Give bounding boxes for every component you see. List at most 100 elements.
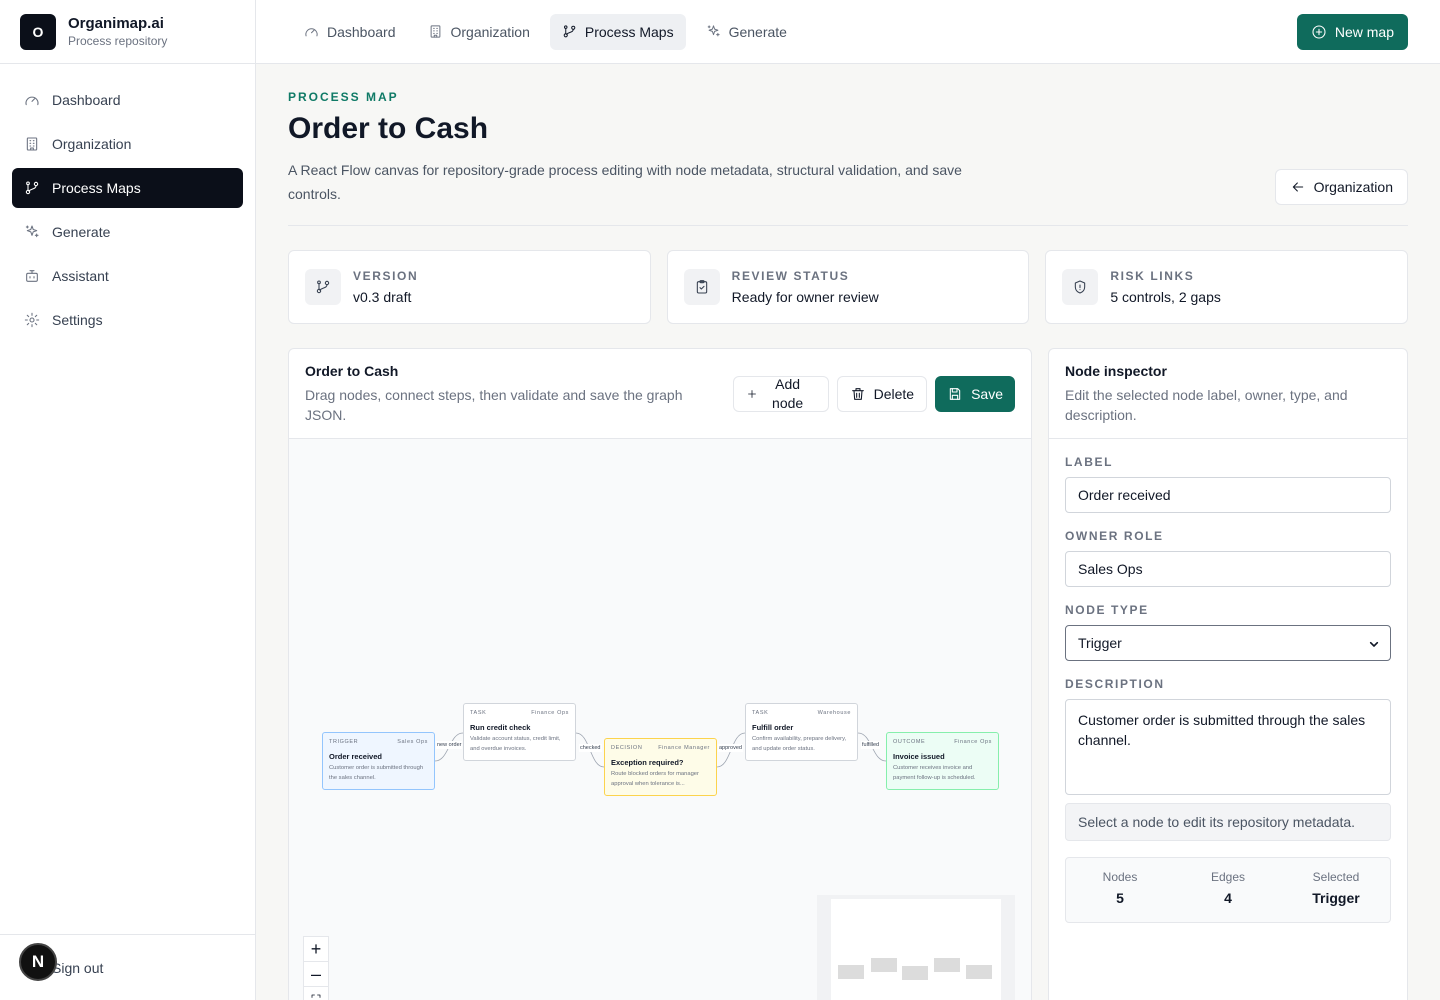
field-label: LABEL [1065,455,1113,469]
canvas-actions: Add node Delete Save [732,376,1015,412]
description-textarea[interactable]: Customer order is submitted through the … [1065,699,1391,795]
add-node-label: Add node [772,376,804,411]
node-type: OUTCOME [893,739,926,745]
field-label: NODE TYPE [1065,603,1149,617]
count-selected: Selected Trigger [1282,858,1390,922]
page-title: Order to Cash [288,112,489,145]
edge-label[interactable]: approved [718,744,743,752]
zoom-out-button[interactable]: – [304,962,328,987]
stat-value: v0.3 draft [353,289,412,305]
flow-node-decision[interactable]: DECISION Finance Manager Exception requir… [604,738,717,796]
flow-node-trigger[interactable]: TRIGGER Sales Ops Order received Customer… [322,732,435,790]
field-label: DESCRIPTION [1065,677,1165,691]
sidebar: O Organimap.ai Process repository Dashbo… [0,0,256,1000]
sparkles-icon [25,225,39,238]
sparkles-icon [707,25,720,37]
zoom-controls: + – [303,936,329,1000]
sidebar-item-label: Settings [52,312,103,328]
node-description: Customer order is submitted through the … [329,765,424,781]
edge-label[interactable]: new order [436,741,463,749]
fit-view-button[interactable] [304,987,328,1000]
stat-label: VERSION [353,269,419,283]
stat-icon-box [1062,269,1099,305]
gauge-icon [305,28,318,37]
owner-role-input[interactable]: Sales Ops [1065,551,1391,587]
sidebar-item-assistant[interactable]: Assistant [12,256,243,296]
sidebar-item-organization[interactable]: Organization [12,124,243,164]
tab-label: Organization [450,23,530,40]
flow-canvas[interactable]: TRIGGER Sales Ops Order received Customer… [289,439,1031,1000]
node-title: Run credit check [470,723,531,732]
process-canvas-panel: Order to Cash Drag nodes, connect steps,… [288,348,1032,1000]
delete-node-button[interactable]: Delete [836,376,928,412]
node-owner: Warehouse [817,710,851,716]
top-bar: Dashboard Organization Process Maps Gene… [256,0,1440,64]
node-title: Invoice issued [893,752,945,761]
page-eyebrow: PROCESS MAP [288,90,399,104]
clipboard-check-icon [696,280,707,294]
edge-label[interactable]: fulfilled [861,741,881,749]
new-map-button[interactable]: New map [1296,13,1408,50]
avatar[interactable]: N [19,943,57,981]
stat-icon-box [683,269,720,305]
stat-label: RISK LINKS [1110,269,1195,283]
brand[interactable]: O Organimap.ai Process repository [0,0,255,64]
type-field-group: NODE TYPE Trigger [1065,603,1391,661]
minimap[interactable] [817,895,1015,1000]
node-type: DECISION [611,745,643,751]
edge-label[interactable]: checked [579,744,602,752]
node-type-select[interactable]: Trigger [1065,625,1391,661]
sidebar-item-process-maps[interactable]: Process Maps [12,168,243,208]
tab-process-maps[interactable]: Process Maps [549,13,686,50]
sidebar-item-settings[interactable]: Settings [12,300,243,340]
sidebar-item-label: Organization [52,136,132,152]
graph-counts: Nodes 5 Edges 4 Selected Trigger [1065,857,1391,923]
trash-icon [851,388,864,400]
count-label: Edges [1210,870,1246,884]
git-branch-icon [25,181,39,195]
save-button[interactable]: Save [935,376,1015,412]
node-description: Validate account status, credit limit, a… [470,736,561,752]
node-owner: Finance Ops [531,710,569,716]
back-to-organization-button[interactable]: Organization [1274,169,1408,205]
sign-out-button[interactable]: Sign out [52,960,103,976]
header-divider [288,225,1408,226]
stat-card-version: VERSION v0.3 draft [288,250,651,324]
sidebar-item-label: Dashboard [52,92,121,108]
tab-organization[interactable]: Organization [416,14,542,50]
flow-node-task[interactable]: TASK Finance Ops Run credit check Validat… [463,703,576,761]
node-type: TASK [752,710,769,716]
main-content: PROCESS MAP Order to Cash A React Flow c… [288,64,1409,1000]
count-value: 4 [1224,890,1232,906]
node-owner: Finance Ops [954,739,992,745]
label-field-group: LABEL Order received [1065,455,1391,513]
tab-label: Generate [728,23,787,40]
building-icon [430,25,440,38]
count-value: Trigger [1312,890,1360,906]
shield-icon [1075,280,1086,294]
zoom-in-button[interactable]: + [304,937,328,962]
count-label: Selected [1312,870,1360,884]
node-description: Customer receives invoice and payment fo… [893,765,976,781]
stat-value: 5 controls, 2 gaps [1110,289,1221,305]
flow-node-outcome[interactable]: OUTCOME Finance Ops Invoice issued Custom… [886,732,999,790]
sidebar-item-generate[interactable]: Generate [12,212,243,252]
label-input[interactable]: Order received [1065,477,1391,513]
tab-dashboard[interactable]: Dashboard [292,14,408,50]
node-type: TRIGGER [329,739,359,745]
inspector-body: LABEL Order received OWNER ROLE Sales Op… [1049,439,1407,939]
inspector-hint: Select a node to edit its repository met… [1065,803,1391,841]
node-title: Fulfill order [752,723,794,732]
stat-label: REVIEW STATUS [731,269,850,283]
inspector-header: Node inspector Edit the selected node la… [1049,349,1407,439]
owner-field-group: OWNER ROLE Sales Ops [1065,529,1391,587]
brand-name: Organimap.ai [68,15,164,32]
sidebar-item-dashboard[interactable]: Dashboard [12,80,243,120]
add-node-button[interactable]: Add node [732,376,829,412]
node-type-value: Trigger [1078,635,1122,651]
fit-view-icon [311,994,321,998]
tab-generate[interactable]: Generate [694,14,799,50]
canvas-description: Drag nodes, connect steps, then validate… [305,387,683,423]
flow-node-task[interactable]: TASK Warehouse Fulfill order Confirm avai… [745,703,858,761]
delete-label: Delete [873,386,915,402]
